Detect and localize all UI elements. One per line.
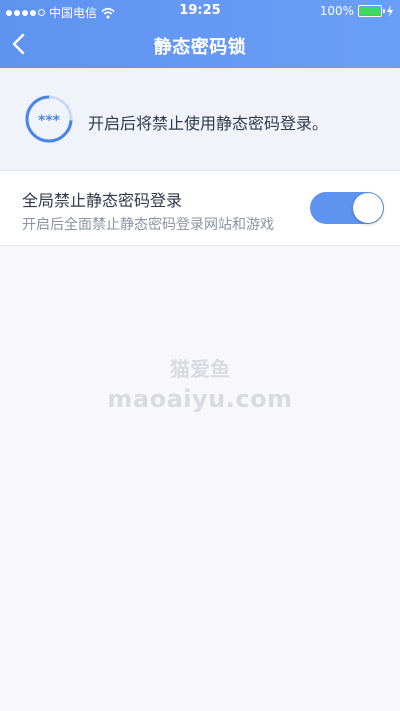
charging-bolt-icon <box>387 5 393 17</box>
setting-title: 全局禁止静态密码登录 <box>22 191 183 210</box>
watermark-domain: maoaiyu.com <box>107 385 293 413</box>
battery-fill <box>360 7 380 15</box>
status-right: 100% <box>320 4 394 18</box>
header: 中国电信 19:25 100% 静态密码锁 <box>0 0 400 68</box>
password-dots-icon: *** <box>25 95 73 143</box>
setting-subtitle: 开启后全面禁止静态密码登录网站和游戏 <box>22 217 274 233</box>
battery-cap <box>383 9 385 13</box>
info-banner: *** 开启后将禁止使用静态密码登录。 <box>0 68 400 171</box>
navigation-bar: 静态密码锁 <box>0 22 400 68</box>
icon-asterisks: *** <box>38 113 61 129</box>
status-bar: 中国电信 19:25 100% <box>0 0 400 22</box>
toggle-knob <box>353 193 383 223</box>
battery-percentage: 100% <box>319 4 354 18</box>
watermark-chinese: 猫爱鱼 <box>170 357 230 381</box>
setting-row-disable-static-password[interactable]: 全局禁止静态密码登录 开启后全面禁止静态密码登录网站和游戏 <box>0 171 400 246</box>
info-text: 开启后将禁止使用静态密码登录。 <box>88 114 329 133</box>
global-disable-toggle[interactable] <box>310 192 384 224</box>
page-title: 静态密码锁 <box>153 37 247 58</box>
battery-icon <box>358 5 385 17</box>
